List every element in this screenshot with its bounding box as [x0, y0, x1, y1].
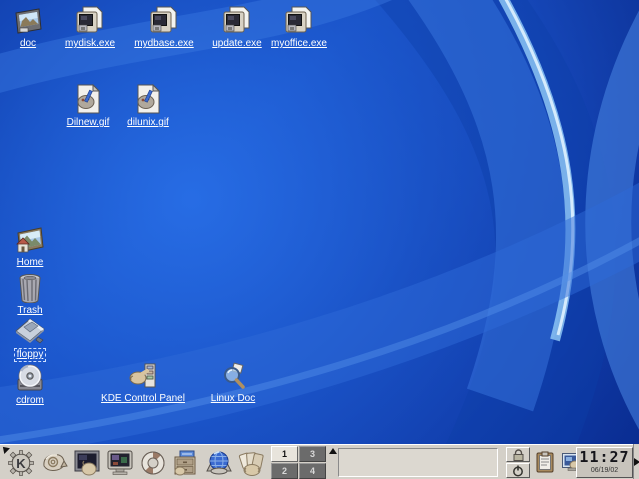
executable-file-icon[interactable]: [74, 5, 106, 37]
help-lifering-icon: [141, 451, 164, 474]
photo-floppy-icon[interactable]: [12, 5, 44, 37]
clock-applet[interactable]: 11:27 06/19/02: [576, 447, 633, 478]
executable-file-icon[interactable]: [221, 5, 253, 37]
lock-logout-buttons: [506, 447, 530, 478]
taskbar-hide-arrow[interactable]: [329, 448, 337, 454]
globe-icon: [205, 450, 232, 474]
desktop-icon-linux-doc[interactable]: Linux Doc: [202, 360, 264, 405]
clock-time: 11:27: [579, 448, 630, 466]
desktop-icon-floppy[interactable]: floppy: [0, 316, 60, 362]
icon-label[interactable]: floppy: [13, 348, 47, 362]
display-launcher-button[interactable]: [104, 447, 135, 478]
icon-label[interactable]: mydbase.exe: [132, 38, 195, 50]
lock-icon: [513, 448, 523, 461]
executable-file-icon[interactable]: [148, 5, 180, 37]
desktop-icon-trash[interactable]: Trash: [0, 272, 60, 317]
file-cabinet-icon: [174, 450, 195, 475]
desktop-pager: 1 3 2 4: [271, 446, 327, 479]
power-icon: [513, 465, 523, 476]
k-menu-icon: K: [7, 449, 34, 476]
desktop-icon-exe1[interactable]: mydisk.exe: [60, 5, 120, 50]
panel-hide-arrow-right[interactable]: [633, 444, 639, 479]
icon-label[interactable]: cdrom: [14, 395, 46, 407]
help-launcher-button[interactable]: [137, 447, 168, 478]
magnifier-doc-icon[interactable]: [217, 360, 249, 392]
desktop-icon-cdrom[interactable]: cdrom: [0, 362, 60, 407]
k-menu-button[interactable]: K: [5, 447, 36, 478]
pager-desktop-1[interactable]: 1: [271, 446, 298, 462]
desktop-icon-exe3[interactable]: update.exe: [207, 5, 267, 50]
kde-panel: K 1 3 2 4 11:27 06/19/02: [0, 444, 639, 479]
floppy-disk-icon[interactable]: [14, 316, 46, 348]
terminal-icon: [74, 450, 99, 475]
icon-label[interactable]: KDE Control Panel: [99, 393, 187, 405]
clock-date: 06/19/02: [590, 467, 619, 474]
image-file-icon[interactable]: [72, 84, 104, 116]
icon-label[interactable]: doc: [18, 38, 38, 50]
control-panel-icon[interactable]: [127, 360, 159, 392]
icon-label[interactable]: Linux Doc: [209, 393, 257, 405]
cards-launcher-button[interactable]: [236, 447, 267, 478]
pager-desktop-4[interactable]: 4: [299, 463, 326, 479]
icon-label[interactable]: Home: [15, 257, 46, 269]
taskbar-window-list: [338, 448, 498, 477]
desktop-icon-exe2[interactable]: mydbase.exe: [132, 5, 196, 50]
logout-button[interactable]: [506, 463, 530, 478]
desktop-icon-gif2[interactable]: dilunix.gif: [117, 84, 179, 129]
shell-icon: [42, 453, 68, 471]
trash-can-icon[interactable]: [14, 272, 46, 304]
shell-launcher-button[interactable]: [38, 447, 69, 478]
desktop-icon-doc[interactable]: doc: [0, 5, 56, 50]
desktop-wallpaper: doc mydisk.exe mydbase.exe update.exe my…: [0, 0, 639, 444]
icon-label[interactable]: mydisk.exe: [63, 38, 117, 50]
svg-text:K: K: [16, 456, 26, 471]
executable-file-icon[interactable]: [283, 5, 315, 37]
pager-desktop-2[interactable]: 2: [271, 463, 298, 479]
tray-clipboard-button[interactable]: [533, 450, 557, 474]
desktop-icon-exe4[interactable]: myoffice.exe: [266, 5, 332, 50]
cards-icon: [238, 451, 264, 476]
icon-label[interactable]: dilunix.gif: [125, 117, 171, 129]
file-cabinet-launcher-button[interactable]: [170, 447, 201, 478]
icon-label[interactable]: update.exe: [210, 38, 264, 50]
image-file-icon[interactable]: [132, 84, 164, 116]
desktop-icon-gif1[interactable]: Dilnew.gif: [57, 84, 119, 129]
home-folder-icon[interactable]: [14, 224, 46, 256]
lock-screen-button[interactable]: [506, 447, 530, 462]
clipboard-icon: [536, 451, 554, 473]
web-browser-launcher-button[interactable]: [203, 447, 234, 478]
desktop-icon-home[interactable]: Home: [0, 224, 60, 269]
pager-desktop-3[interactable]: 3: [299, 446, 326, 462]
terminal-launcher-button[interactable]: [71, 447, 102, 478]
display-icon: [107, 450, 132, 475]
icon-label[interactable]: myoffice.exe: [269, 38, 329, 50]
desktop-icon-control-panel[interactable]: KDE Control Panel: [88, 360, 198, 405]
cdrom-disc-icon[interactable]: [14, 362, 46, 394]
icon-label[interactable]: Dilnew.gif: [65, 117, 112, 129]
